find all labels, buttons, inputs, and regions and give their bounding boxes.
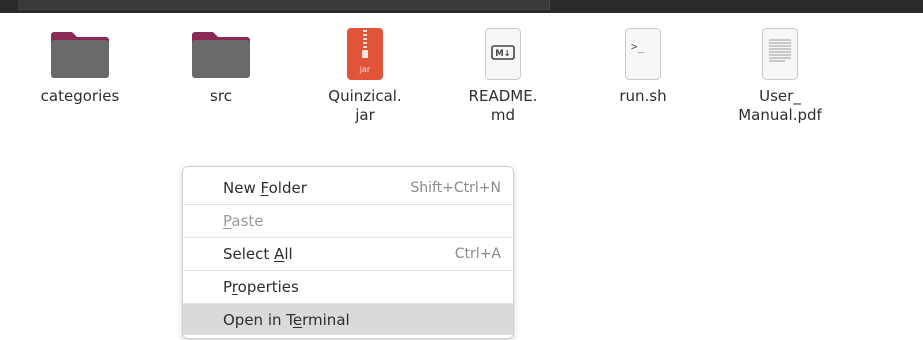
pdf-document-icon [749,23,811,85]
file-item-user-manual-pdf[interactable]: User_ Manual.pdf [725,23,835,125]
menu-item-properties[interactable]: Properties [183,270,513,302]
file-item-src[interactable]: src [166,23,276,106]
menu-item-label: New Folder [223,179,307,197]
menu-item-paste: Paste [183,204,513,236]
file-item-run-sh[interactable]: >_ run.sh [588,23,698,106]
context-menu: New Folder Shift+Ctrl+N Paste Select All… [182,166,514,339]
header-segment[interactable] [166,0,280,10]
file-label: run.sh [619,87,667,105]
jar-badge-text: jar [359,65,371,74]
menu-item-label: Open in Terminal [223,310,350,329]
file-label: src [210,87,232,105]
shell-script-icon: >_ [612,23,674,85]
menu-item-label: Properties [223,277,299,296]
file-item-quinzical-jar[interactable]: jar Quinzical. jar [310,23,420,125]
file-label: Quinzical. jar [328,87,402,124]
menu-item-select-all[interactable]: Select All Ctrl+A [183,237,513,269]
folder-icon [49,23,111,85]
file-item-categories[interactable]: categories [25,23,135,106]
file-label: README. md [468,87,538,124]
file-label: categories [40,87,120,105]
file-item-readme-md[interactable]: M↓ README. md [448,23,558,125]
markdown-file-icon: M↓ [472,23,534,85]
menu-item-open-in-terminal[interactable]: Open in Terminal [183,303,513,335]
file-grid: categories src jar Quinzical. jar M↓ REA… [0,13,923,143]
shell-badge-text: >_ [631,40,645,53]
menu-item-shortcut: Ctrl+A [454,245,501,262]
jar-archive-icon: jar [334,23,396,85]
menu-item-shortcut: Shift+Ctrl+N [410,180,501,196]
window-header-bar [0,0,923,13]
header-segment[interactable] [18,0,167,10]
menu-item-label: Paste [223,211,264,230]
menu-item-new-folder[interactable]: New Folder Shift+Ctrl+N [183,172,513,204]
file-label: User_ Manual.pdf [738,87,822,124]
markdown-badge-text: M↓ [495,49,511,59]
folder-icon [190,23,252,85]
header-segment[interactable] [279,0,550,10]
menu-item-label: Select All [223,244,293,263]
